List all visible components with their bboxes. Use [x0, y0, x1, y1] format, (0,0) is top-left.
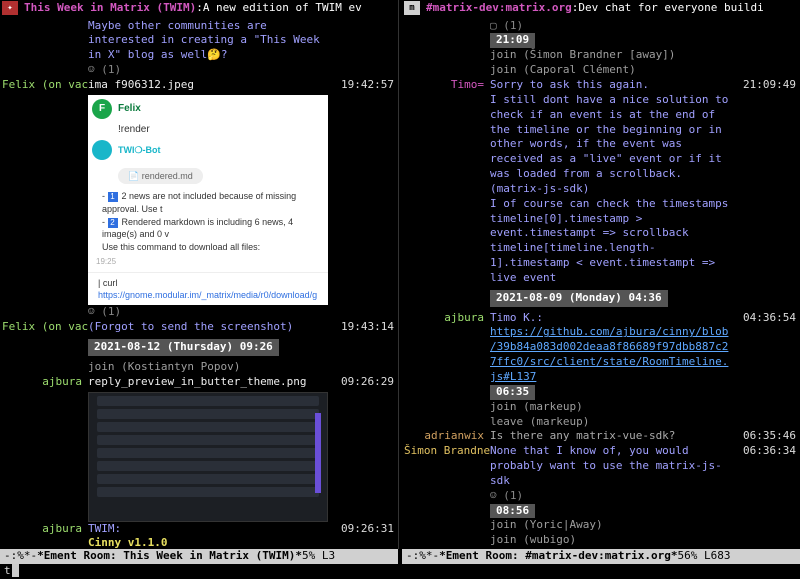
- pane-left: ✦ This Week in Matrix (TWIM) : A new edi…: [0, 0, 398, 549]
- buffer-name: *Ement Room: This Week in Matrix (TWIM)*: [37, 549, 302, 564]
- reaction-face-icon[interactable]: ☺: [490, 489, 497, 502]
- message-text: Timo K.:: [490, 311, 736, 326]
- message-text: timeline[timeline.length-1].timestamp < …: [490, 241, 736, 286]
- room-icon: m: [404, 1, 420, 15]
- modeline: -:%*- *Ement Room: This Week in Matrix (…: [0, 549, 800, 564]
- time-separator: 06:35: [490, 385, 535, 400]
- modeline-left[interactable]: -:%*- *Ement Room: This Week in Matrix (…: [0, 549, 398, 564]
- sender: ajbura: [404, 311, 490, 326]
- pane-right: m #matrix-dev:matrix.org : Dev chat for …: [402, 0, 800, 549]
- sender: adrianwix: [404, 548, 490, 549]
- sender: Šimon Brandner: [404, 444, 490, 459]
- sender: Felix (on vaca: [2, 320, 88, 335]
- message-text: (matrix-js-sdk): [490, 182, 736, 197]
- reaction-count: (1): [503, 19, 523, 32]
- membership-event: join (Caporal Clément): [490, 63, 736, 78]
- file-pill[interactable]: 📄 rendered.md: [118, 168, 203, 184]
- message-text: Sorry to ask this again.: [490, 78, 736, 93]
- room-name: #matrix-dev:matrix.org: [426, 1, 572, 16]
- membership-event: leave (markeup): [490, 415, 736, 430]
- message-text: timeline[0].timestamp > event.timestampt…: [490, 212, 736, 242]
- titlebar-left: ✦ This Week in Matrix (TWIM) : A new edi…: [0, 0, 398, 17]
- message-text: I still dont have a nice solution to che…: [490, 93, 736, 182]
- cursor-icon: [12, 564, 19, 577]
- sender: Timo=: [404, 78, 490, 93]
- membership-event: join (markeup): [490, 400, 736, 415]
- timestamp: 19:43:14: [334, 320, 394, 335]
- membership-event: join (Yoric|Away): [490, 518, 736, 533]
- message-text: I of course can check the timestamps: [490, 197, 736, 212]
- timestamp: 04:36:54: [736, 311, 796, 326]
- date-separator: 2021-08-12 (Thursday) 09:26: [88, 339, 279, 356]
- modeline-right[interactable]: -:%*- *Ement Room: #matrix-dev:matrix.or…: [402, 549, 800, 564]
- message-text: Let's say I have company A, company B an…: [490, 548, 736, 549]
- sender: adrianwix: [404, 429, 490, 444]
- message-link[interactable]: https://github.com/ajbura/cinny/blob/39b…: [490, 325, 736, 384]
- timestamp: 19:42:57: [334, 78, 394, 93]
- reaction-face-icon[interactable]: ☺: [88, 305, 95, 318]
- room-topic: Dev chat for everyone buildi: [578, 1, 763, 16]
- sender: ajbura: [2, 375, 88, 390]
- reaction-count: (1): [503, 489, 523, 502]
- message-text: reply_preview_in_butter_theme.png: [88, 375, 334, 390]
- timestamp: 21:09:49: [736, 78, 796, 93]
- message-headline: Cinny v1.1.0: [88, 536, 334, 549]
- message-text: Maybe other communities are interested i…: [88, 19, 334, 64]
- message-text: TWIM:: [88, 522, 334, 537]
- timestamp: 06:35:46: [736, 429, 796, 444]
- embed-link[interactable]: https://gnome.modular.im/_matrix/media/r…: [98, 290, 317, 300]
- buffer-name: *Ement Room: #matrix-dev:matrix.org*: [439, 549, 677, 564]
- embed-card: F Felix !render TWI❍-Bot 📄 rendered.md -…: [88, 95, 328, 306]
- message-text: (Forgot to send the screenshot): [88, 320, 334, 335]
- reaction-icon[interactable]: ▢: [490, 19, 497, 32]
- message-text: None that I know of, you would probably …: [490, 444, 736, 489]
- sender: ajbura: [2, 522, 88, 537]
- reaction-face-icon[interactable]: ☺: [88, 63, 95, 76]
- time-separator: 21:09: [490, 33, 535, 48]
- reaction-count: (1): [101, 305, 121, 318]
- timestamp: 08:56:15: [736, 548, 796, 549]
- sender: Felix (on vaca: [2, 78, 88, 93]
- reaction-count: (1): [101, 63, 121, 76]
- image-thumbnail[interactable]: [88, 392, 328, 522]
- embed-bot: TWI❍-Bot: [118, 144, 161, 156]
- embed-author: Felix: [118, 102, 141, 116]
- titlebar-right: m #matrix-dev:matrix.org : Dev chat for …: [402, 0, 800, 17]
- message-text: ima f906312.jpeg: [88, 78, 334, 93]
- membership-event: join (Šimon Brandner [away]): [490, 48, 736, 63]
- minibuffer[interactable]: t: [0, 564, 800, 579]
- message-text: Is there any matrix-vue-sdk?: [490, 429, 736, 444]
- membership-event: join (wubigo): [490, 533, 736, 548]
- membership-event: join (Kostiantyn Popov): [88, 360, 334, 375]
- room-name: This Week in Matrix (TWIM): [24, 1, 196, 16]
- timeline-right[interactable]: ▢ (1) 21:09 join (Šimon Brandner [away])…: [402, 17, 800, 550]
- room-topic: A new edition of TWIM ev: [203, 1, 362, 16]
- timeline-left[interactable]: Maybe other communities are interested i…: [0, 17, 398, 550]
- timestamp: 06:36:34: [736, 444, 796, 459]
- timestamp: 09:26:31: [334, 522, 394, 537]
- timestamp: 09:26:29: [334, 375, 394, 390]
- embed-command: !render: [88, 123, 328, 141]
- avatar-icon: [92, 140, 112, 160]
- room-icon: ✦: [2, 1, 18, 15]
- avatar-icon: F: [92, 99, 112, 119]
- time-separator: 08:56: [490, 504, 535, 519]
- date-separator: 2021-08-09 (Monday) 04:36: [490, 290, 668, 307]
